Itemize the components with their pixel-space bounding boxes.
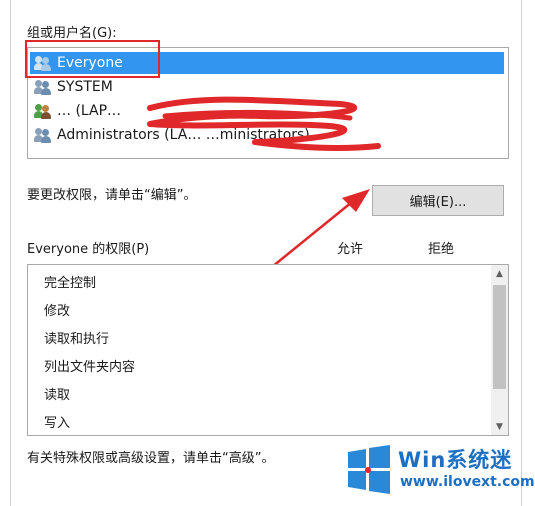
deny-column-header: 拒绝 — [428, 242, 455, 257]
permission-list-folder: 列出文件夹内容 — [44, 360, 136, 375]
scroll-thumb[interactable] — [493, 285, 506, 389]
permission-read-execute: 读取和执行 — [44, 332, 110, 347]
watermark-url: www.ilovext.com — [400, 474, 535, 490]
permission-read: 读取 — [44, 388, 71, 403]
allow-column-header: 允许 — [337, 242, 364, 257]
permissions-list[interactable]: 完全控制 修改 读取和执行 列出文件夹内容 读取 写入 ▲ ▼ — [27, 264, 509, 436]
permission-full-control: 完全控制 — [44, 276, 97, 291]
permission-write: 写入 — [44, 416, 71, 431]
permission-modify: 修改 — [44, 304, 71, 319]
advanced-settings-hint: 有关特殊权限或高级设置，请单击“高级”。 — [27, 451, 275, 466]
watermark-title: Win系统迷 — [398, 448, 513, 472]
scroll-up-icon[interactable]: ▲ — [491, 265, 508, 282]
scroll-down-icon[interactable]: ▼ — [491, 418, 508, 435]
site-watermark: Win系统迷 www.ilovext.com — [340, 440, 535, 504]
windows-logo-icon — [348, 445, 390, 494]
permissions-scrollbar[interactable]: ▲ ▼ — [491, 265, 508, 435]
permissions-title: Everyone 的权限(P) — [27, 242, 150, 257]
